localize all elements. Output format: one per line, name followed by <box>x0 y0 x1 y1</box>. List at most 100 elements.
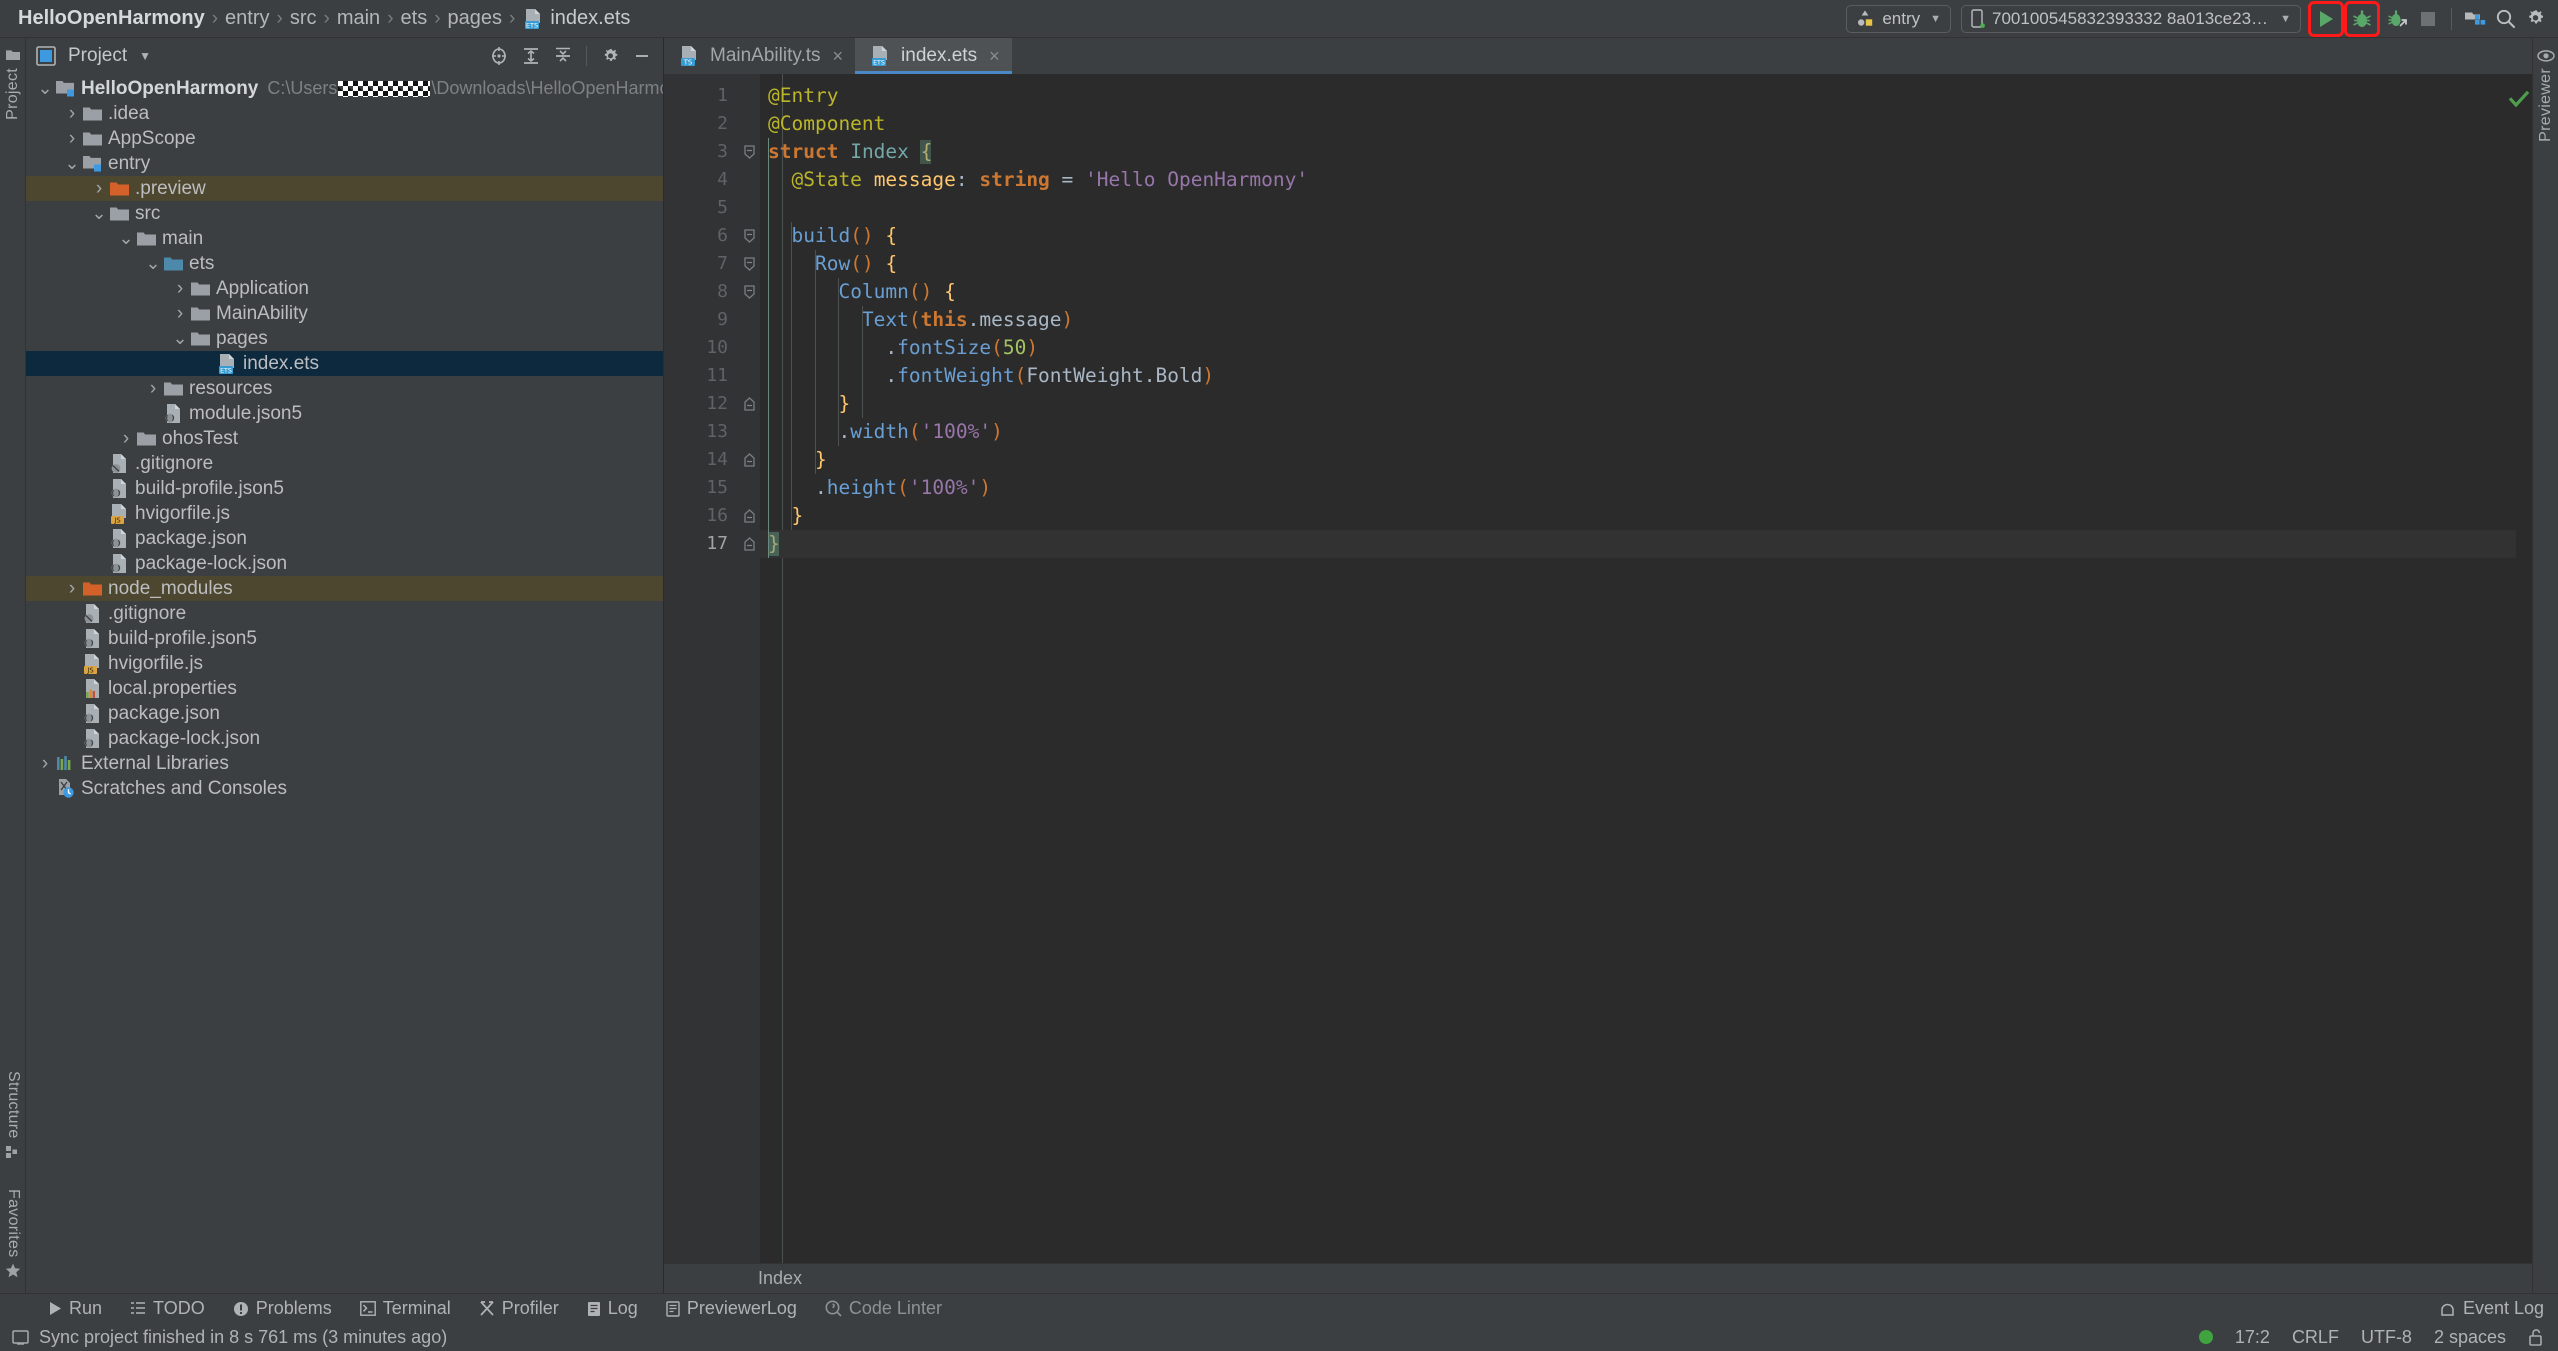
tree-node--idea[interactable]: › .idea <box>26 101 663 126</box>
indent-setting[interactable]: 2 spaces <box>2434 1327 2506 1348</box>
chevron-right-icon[interactable]: › <box>63 103 81 125</box>
tree-node-helloopenharmony[interactable]: ⌄ HelloOpenHarmony C:\Users \Downloads\Hell… <box>26 76 663 101</box>
fold-open-icon[interactable] <box>738 222 760 250</box>
tree-node-ohostest[interactable]: › ohosTest <box>26 426 663 451</box>
code-content[interactable]: @Entry @Component struct Index { @State me… <box>760 74 2516 1263</box>
tree-node-appscope[interactable]: › AppScope <box>26 126 663 151</box>
chevron-down-icon[interactable]: ⌄ <box>117 229 135 246</box>
chevron-right-icon[interactable]: › <box>171 278 189 300</box>
chevron-right-icon[interactable]: › <box>63 128 81 150</box>
chevron-down-icon[interactable]: ⌄ <box>63 154 81 171</box>
fold-close-icon[interactable] <box>738 390 760 418</box>
breadcrumb-item-entry[interactable]: entry <box>221 7 273 30</box>
search-everywhere-button[interactable] <box>2490 4 2520 34</box>
chevron-down-icon[interactable]: ▼ <box>139 49 151 63</box>
toolwindow-problems[interactable]: Problems <box>219 1298 346 1319</box>
code-line[interactable] <box>760 194 2516 222</box>
toolwindow-todo[interactable]: TODO <box>116 1298 219 1319</box>
line-separator[interactable]: CRLF <box>2292 1327 2339 1348</box>
code-line[interactable]: } <box>760 390 2516 418</box>
locate-icon[interactable] <box>484 41 514 71</box>
device-manager-button[interactable] <box>2460 4 2490 34</box>
editor-scrollbar[interactable] <box>2508 74 2532 1263</box>
code-line[interactable]: @State message: string = 'Hello OpenHarm… <box>760 166 2516 194</box>
tree-node--gitignore[interactable]: .gitignore <box>26 451 663 476</box>
chevron-down-icon[interactable]: ⌄ <box>90 204 108 221</box>
tree-node-mainability[interactable]: › MainAbility <box>26 301 663 326</box>
toolwindow-run[interactable]: Run <box>34 1298 116 1319</box>
tree-node-package-json[interactable]: package.json <box>26 701 663 726</box>
tree-node-node-modules[interactable]: › node_modules <box>26 576 663 601</box>
tree-node-package-lock-json[interactable]: package-lock.json <box>26 551 663 576</box>
fold-open-icon[interactable] <box>738 138 760 166</box>
toolwindow-log[interactable]: Log <box>573 1298 652 1319</box>
tree-node-main[interactable]: ⌄ main <box>26 226 663 251</box>
tree-node--preview[interactable]: › .preview <box>26 176 663 201</box>
project-tree[interactable]: ⌄ HelloOpenHarmony C:\Users \Downloads\Hell… <box>26 74 663 1293</box>
attach-debugger-button[interactable] <box>2383 4 2413 34</box>
fold-close-icon[interactable] <box>738 446 760 474</box>
fold-close-icon[interactable] <box>738 530 760 558</box>
expand-all-icon[interactable] <box>516 41 546 71</box>
code-line[interactable]: } <box>760 502 2516 530</box>
close-icon[interactable]: × <box>833 46 844 67</box>
fold-close-icon[interactable] <box>738 502 760 530</box>
sidebar-tab-previewer[interactable]: Previewer <box>2533 42 2558 150</box>
device-selector[interactable]: 700100545832393332 8a013ce2323800 ▼ <box>1961 4 2301 33</box>
code-line[interactable]: } <box>760 530 2516 558</box>
code-editor[interactable]: 1 2 3 4 5 6 7 8 9 10 11 12 13 14 15 16 17 @Entry @Compone… <box>664 74 2532 1263</box>
code-line[interactable]: .fontWeight(FontWeight.Bold) <box>760 362 2516 390</box>
tree-node-build-profile-json5[interactable]: build-profile.json5 <box>26 626 663 651</box>
code-line[interactable]: @Component <box>760 110 2516 138</box>
tree-node-module-json5[interactable]: module.json5 <box>26 401 663 426</box>
chevron-right-icon[interactable]: › <box>63 578 81 600</box>
fold-open-icon[interactable] <box>738 278 760 306</box>
toolwindow-code-linter[interactable]: Code Linter <box>811 1298 956 1319</box>
sidebar-tab-project[interactable]: Project <box>0 40 26 128</box>
tree-node-package-json[interactable]: package.json <box>26 526 663 551</box>
tree-node-index-ets[interactable]: ETS index.ets <box>26 351 663 376</box>
fold-open-icon[interactable] <box>738 250 760 278</box>
gear-icon[interactable] <box>595 41 625 71</box>
tree-node-src[interactable]: ⌄ src <box>26 201 663 226</box>
tree-node-build-profile-json5[interactable]: build-profile.json5 <box>26 476 663 501</box>
breadcrumb-item-ets[interactable]: ets <box>397 7 432 30</box>
settings-button[interactable] <box>2520 4 2550 34</box>
code-folding-gutter[interactable] <box>738 74 760 1263</box>
tree-node-pages[interactable]: ⌄ pages <box>26 326 663 351</box>
caret-position[interactable]: 17:2 <box>2235 1327 2270 1348</box>
tree-node-hvigorfile-js[interactable]: JS hvigorfile.js <box>26 651 663 676</box>
editor-tab-mainability-ts[interactable]: TS MainAbility.ts × <box>664 38 855 74</box>
chevron-down-icon[interactable]: ⌄ <box>171 329 189 346</box>
chevron-right-icon[interactable]: › <box>117 428 135 450</box>
breadcrumb-item-file[interactable]: index.ets <box>546 7 634 30</box>
file-encoding[interactable]: UTF-8 <box>2361 1327 2412 1348</box>
toolwindow-previewerlog[interactable]: PreviewerLog <box>652 1298 811 1319</box>
code-line[interactable]: Text(this.message) <box>760 306 2516 334</box>
debug-button[interactable] <box>2344 0 2380 37</box>
chevron-right-icon[interactable]: › <box>90 178 108 200</box>
collapse-all-icon[interactable] <box>548 41 578 71</box>
hide-panel-icon[interactable] <box>627 41 657 71</box>
breadcrumb-item-src[interactable]: src <box>286 7 321 30</box>
tree-node-application[interactable]: › Application <box>26 276 663 301</box>
tree-node-resources[interactable]: › resources <box>26 376 663 401</box>
chevron-down-icon[interactable]: ⌄ <box>144 254 162 271</box>
breadcrumb-item-pages[interactable]: pages <box>444 7 507 30</box>
code-line[interactable]: struct Index { <box>760 138 2516 166</box>
code-line[interactable]: Row() { <box>760 250 2516 278</box>
tree-node-ets[interactable]: ⌄ ets <box>26 251 663 276</box>
breadcrumb-item-main[interactable]: main <box>333 7 384 30</box>
unlocked-icon[interactable] <box>2528 1328 2544 1346</box>
code-line[interactable]: } <box>760 446 2516 474</box>
inspection-ok-icon[interactable] <box>2508 88 2530 110</box>
chevron-right-icon[interactable]: › <box>144 378 162 400</box>
breadcrumb-item-project[interactable]: HelloOpenHarmony <box>14 7 209 30</box>
code-line[interactable]: .width('100%') <box>760 418 2516 446</box>
sidebar-tab-favorites[interactable]: Favorites <box>0 1181 26 1288</box>
tree-node-external-libraries[interactable]: › External Libraries <box>26 751 663 776</box>
tree-node--gitignore[interactable]: .gitignore <box>26 601 663 626</box>
chevron-right-icon[interactable]: › <box>36 753 54 775</box>
run-button[interactable] <box>2308 0 2344 37</box>
tree-node-scratches-and-consoles[interactable]: Scratches and Consoles <box>26 776 663 801</box>
